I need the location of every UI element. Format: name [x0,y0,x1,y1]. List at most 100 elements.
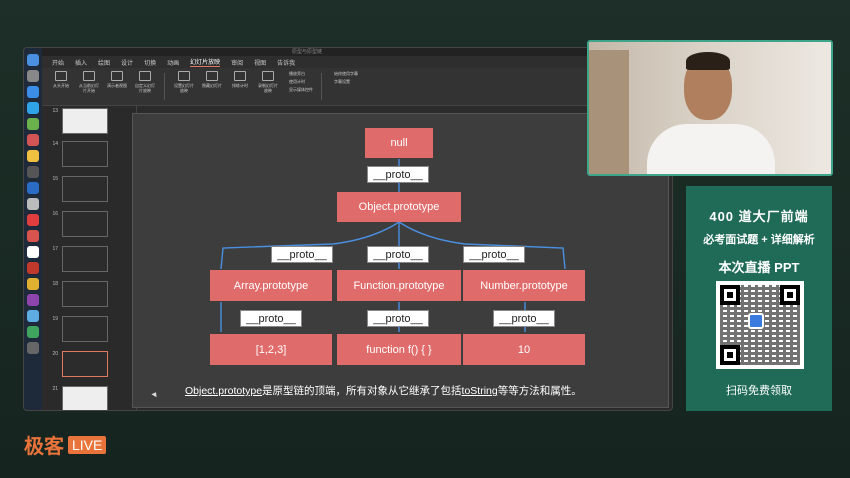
object-prototype-box: Object.prototype [337,192,461,222]
presenter-icon [111,71,123,81]
ribbon-toolbar: 从头开始 从当前幻灯片开始 演示者视图 自定义幻灯片放映 设置幻灯片放映 隐藏幻… [42,68,672,106]
function-prototype-box: Function.prototype [337,270,461,301]
from-current-button[interactable]: 从当前幻灯片开始 [78,71,100,102]
promo-ppt: 本次直播 PPT [718,260,800,275]
proto-label: __proto__ [271,246,333,263]
null-box: null [365,128,433,158]
thumbnail[interactable]: 15 [44,176,108,202]
narration-checkbox[interactable]: 播放旁白 [289,71,313,77]
tab-animations[interactable]: 动画 [167,58,179,67]
calendar-icon[interactable] [27,134,39,146]
tab-design[interactable]: 设计 [121,58,133,67]
promo-headline: 400 道大厂前端 [709,209,809,224]
qr-finder [720,285,740,305]
hide-slide-button[interactable]: 隐藏幻灯片 [201,71,223,102]
setup-show-button[interactable]: 设置幻灯片放映 [173,71,195,102]
tab-transitions[interactable]: 切换 [144,58,156,67]
setup-icon [178,71,190,81]
tab-tellme[interactable]: 告诉我 [277,58,295,67]
app-dock [24,48,42,410]
thumbnail-selected[interactable]: 20 [44,351,108,377]
thumbnail[interactable]: 14 [44,141,108,167]
slide-preview [62,246,108,272]
proto-label: __proto__ [240,310,302,327]
preview-icon[interactable] [27,198,39,210]
terminal-icon[interactable] [27,166,39,178]
presentation-window: 原型与原型链 开始 插入 绘图 设计 切换 动画 幻灯片放映 审阅 视图 告诉我… [23,47,673,411]
thumbnail[interactable]: 21 [44,386,108,410]
title-bar: 原型与原型链 [42,48,672,56]
thumbnail[interactable]: 17 [44,246,108,272]
notes-icon[interactable] [27,150,39,162]
sketch-icon[interactable] [27,278,39,290]
qr-code[interactable] [716,281,804,369]
slide-preview [62,386,108,410]
number-instance-box: 10 [463,334,585,365]
slide-preview [62,351,108,377]
slide-preview [62,141,108,167]
thumbnail[interactable]: 18 [44,281,108,307]
app-icon[interactable] [27,262,39,274]
record-button[interactable]: 录制幻灯片放映 [257,71,279,102]
subtitle-settings-button[interactable]: 字幕设置 [334,79,358,85]
app2-icon[interactable] [27,294,39,306]
slide-preview [62,108,108,134]
array-instance-box: [1,2,3] [210,334,332,365]
vscode-icon[interactable] [27,182,39,194]
always-subtitles-checkbox[interactable]: 始终使用字幕 [334,71,358,77]
play-icon [55,71,67,81]
brand-logo: 极客 LIVE [24,430,107,459]
media-controls-checkbox[interactable]: 显示媒体控件 [289,87,313,93]
powerpoint-icon[interactable] [27,230,39,242]
notion-icon[interactable] [27,246,39,258]
netease-icon[interactable] [27,214,39,226]
slide-preview [62,211,108,237]
proto-label: __proto__ [463,246,525,263]
finder-icon[interactable] [27,54,39,66]
tab-review[interactable]: 审阅 [231,58,243,67]
safari-icon[interactable] [27,86,39,98]
thumbnail[interactable]: 19 [44,316,108,342]
mail-icon[interactable] [27,102,39,114]
thumbnail[interactable]: 16 [44,211,108,237]
presenter-body [647,124,775,174]
door [589,50,629,174]
record-icon [262,71,274,81]
proto-label: __proto__ [367,246,429,263]
divider [321,73,322,100]
webcam-feed [587,40,833,176]
function-instance-box: function f() { } [337,334,461,365]
tab-draw[interactable]: 绘图 [98,58,110,67]
array-prototype-box: Array.prototype [210,270,332,301]
slide-preview [62,176,108,202]
cloud-icon[interactable] [27,310,39,322]
hide-icon [206,71,218,81]
from-beginning-button[interactable]: 从头开始 [50,71,72,102]
window-title: 原型与原型链 [292,49,323,55]
trash-icon[interactable] [27,342,39,354]
promo-cta: 扫码免费领取 [726,385,792,397]
slide-preview [62,316,108,342]
promo-panel: 400 道大厂前端 必考面试题 + 详细解析 本次直播 PPT 扫码免费领取 [686,186,832,411]
chrome-icon[interactable] [27,118,39,130]
qr-finder [720,345,740,365]
tab-home[interactable]: 开始 [52,58,64,67]
tab-slideshow[interactable]: 幻灯片放映 [190,57,221,67]
thumbnail[interactable]: 13 [44,108,108,134]
presenter-hair [686,52,730,70]
qr-finder [780,285,800,305]
timing-checkbox[interactable]: 使用计时 [289,79,313,85]
brand-name: 极客 [24,434,64,458]
wechat-icon[interactable] [27,326,39,338]
proto-label: __proto__ [367,310,429,327]
proto-label: __proto__ [493,310,555,327]
promo-subheadline: 必考面试题 + 详细解析 [703,234,815,246]
tab-insert[interactable]: 插入 [75,58,87,67]
custom-show-button[interactable]: 自定义幻灯片放映 [134,71,156,102]
launchpad-icon[interactable] [27,70,39,82]
tab-view[interactable]: 视图 [254,58,266,67]
slide-caption: Object.prototype是原型链的顶端，所有对象从它继承了包括toStr… [185,385,582,397]
presenter-view-button[interactable]: 演示者视图 [106,71,128,102]
rehearse-button[interactable]: 排练计时 [229,71,251,102]
divider [164,73,165,100]
